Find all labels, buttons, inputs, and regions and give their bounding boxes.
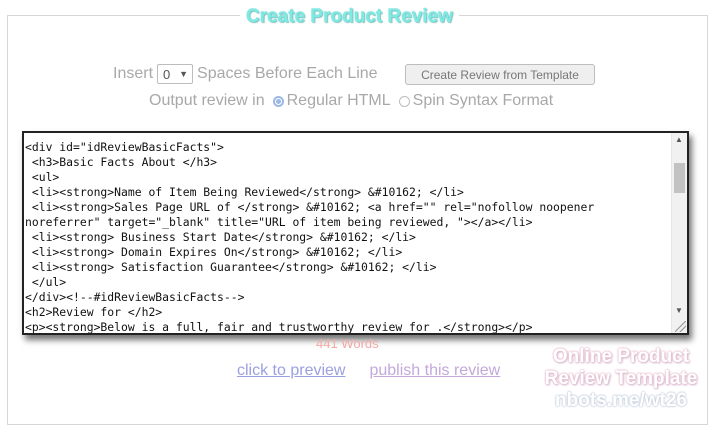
spaces-select[interactable]: 0 ▼ <box>157 64 194 84</box>
publish-link[interactable]: publish this review <box>369 362 500 380</box>
radio-spin-syntax-label[interactable]: Spin Syntax Format <box>413 92 554 110</box>
radio-regular-html-label[interactable]: Regular HTML <box>287 92 391 110</box>
preview-link[interactable]: click to preview <box>237 362 345 380</box>
insert-label: Insert <box>113 65 154 82</box>
create-from-template-button[interactable]: Create Review from Template <box>405 64 595 85</box>
word-count: 441 Words <box>316 336 379 351</box>
radio-regular-html[interactable] <box>272 95 284 107</box>
scroll-up-icon[interactable]: ▲ <box>675 135 683 144</box>
radio-spin-syntax[interactable] <box>398 95 410 107</box>
action-links: click to preview publish this review <box>237 362 500 380</box>
page-title: Create Product Review <box>240 4 459 30</box>
output-label: Output review in <box>149 92 265 109</box>
chevron-down-icon: ▼ <box>179 69 189 79</box>
editor-scrollbar[interactable]: ▲ ▼ <box>671 133 687 333</box>
watermark-url: nbots.me/wt26 <box>555 390 687 411</box>
watermark: Online Product Review Template nbots.me/… <box>528 346 714 412</box>
watermark-line-2: Review Template <box>544 368 698 389</box>
scrollbar-thumb[interactable] <box>674 163 685 193</box>
output-format-row: Output review in Regular HTML Spin Synta… <box>149 89 553 113</box>
watermark-line-1: Online Product <box>552 346 690 367</box>
insert-spaces-row: Insert 0 ▼ Spaces Before Each Line <box>113 62 378 86</box>
scroll-down-icon[interactable]: ▼ <box>675 306 683 315</box>
review-html-content[interactable]: <div id="idReviewBasicFacts"> <h3>Basic … <box>25 140 671 333</box>
spaces-select-value: 0 <box>163 66 171 82</box>
resize-grip-icon[interactable] <box>675 321 686 332</box>
spaces-suffix-label: Spaces Before Each Line <box>197 65 378 82</box>
review-textarea[interactable]: <div id="idReviewBasicFacts"> <h3>Basic … <box>22 131 689 335</box>
